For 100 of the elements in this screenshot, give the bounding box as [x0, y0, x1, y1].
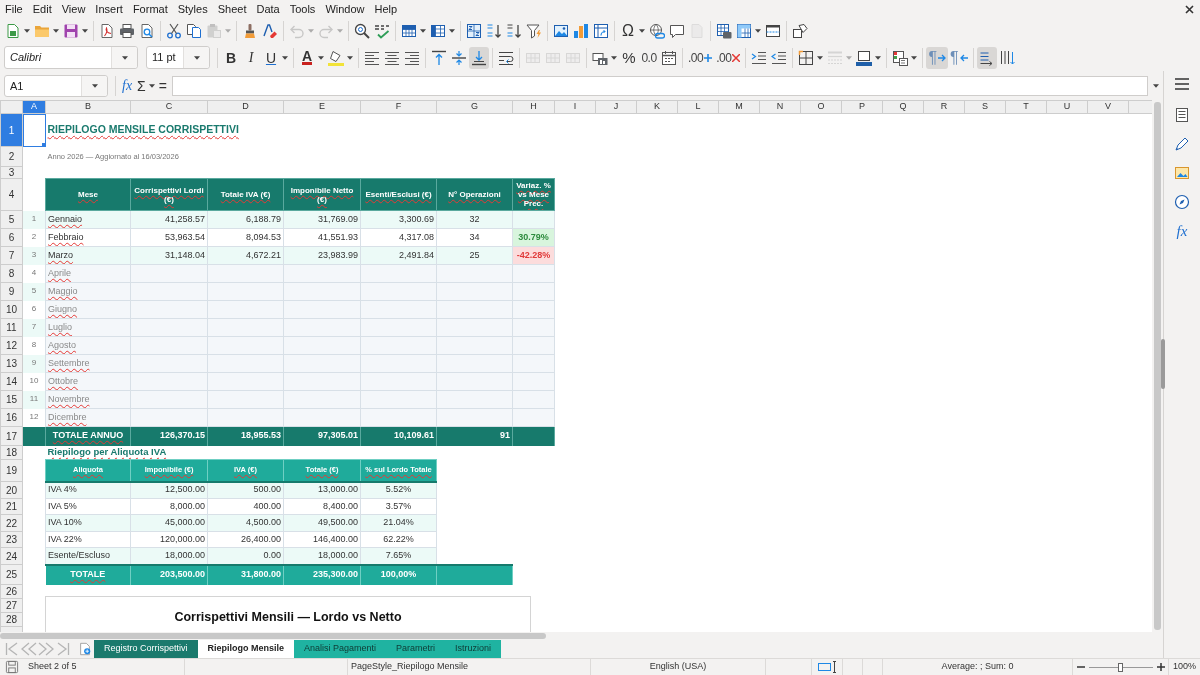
- column-header[interactable]: S: [964, 100, 1006, 114]
- column-header[interactable]: B: [45, 100, 131, 114]
- align-center-icon: [384, 49, 400, 66]
- cross-icon: [732, 53, 741, 62]
- plus-icon[interactable]: [1156, 663, 1165, 671]
- minus-icon[interactable]: [1076, 663, 1085, 671]
- column-heading: Imponibile Netto (€): [283, 178, 361, 211]
- copy-icon: [186, 23, 202, 39]
- fill-handle[interactable]: [41, 142, 46, 147]
- column-header[interactable]: O: [800, 100, 842, 114]
- arrow-icon: [937, 53, 946, 62]
- menu-item[interactable]: Format: [127, 1, 173, 17]
- menu-item[interactable]: Sheet: [212, 1, 252, 17]
- underline-button[interactable]: U: [261, 46, 281, 69]
- slider-thumb[interactable]: [1118, 662, 1123, 672]
- wrap-text-icon: [498, 49, 514, 66]
- italic-button[interactable]: I: [241, 46, 261, 69]
- sheet-tab[interactable]: Riepilogo Mensile: [197, 640, 295, 658]
- row-header[interactable]: 19: [0, 459, 23, 482]
- menu-item[interactable]: Edit: [27, 1, 57, 17]
- bold-button[interactable]: B: [221, 46, 241, 69]
- column-header[interactable]: N: [759, 100, 801, 114]
- column-header[interactable]: D: [207, 100, 284, 114]
- sheet-tab[interactable]: Analisi Pagamenti: [294, 640, 387, 658]
- menu-item[interactable]: Help: [369, 1, 403, 17]
- functions-button[interactable]: fx: [1176, 223, 1188, 239]
- paintbrush-icon: [242, 23, 258, 39]
- column-header[interactable]: F: [360, 100, 437, 114]
- table-cell: 235,300.00: [283, 564, 361, 585]
- column-header[interactable]: P: [841, 100, 883, 114]
- caret-icon: [337, 29, 343, 33]
- table-document-icon: [892, 49, 909, 66]
- properties-icon[interactable]: [1174, 107, 1190, 123]
- column-header[interactable]: K: [636, 100, 678, 114]
- menu-icon[interactable]: [1174, 76, 1190, 92]
- column-header[interactable]: G: [436, 100, 513, 114]
- highlighter-icon: [328, 49, 344, 66]
- number-format-button[interactable]: 0.0: [639, 46, 659, 69]
- font-color-button[interactable]: A: [297, 46, 317, 69]
- menu-item[interactable]: Tools: [284, 1, 321, 17]
- align-top-icon: [431, 49, 447, 66]
- align-right-icon: [404, 49, 420, 66]
- formula-input[interactable]: [171, 75, 1148, 96]
- selected-cell[interactable]: [22, 113, 46, 147]
- menu-item[interactable]: Data: [251, 1, 285, 17]
- column-header[interactable]: J: [595, 100, 637, 114]
- shaded-grid-icon: [736, 23, 752, 39]
- compass-icon[interactable]: [1174, 194, 1190, 210]
- arrow-icon: [959, 53, 968, 62]
- column-header[interactable]: R: [923, 100, 965, 114]
- column-header[interactable]: H: [512, 100, 555, 114]
- lines-arrow-icon: [978, 49, 995, 66]
- column-header[interactable]: U: [1046, 100, 1088, 114]
- row-header[interactable]: 1: [0, 113, 23, 147]
- sheet-tab[interactable]: Parametri: [386, 640, 446, 658]
- column-header[interactable]: A: [22, 100, 46, 114]
- function-wizard-button[interactable]: fx: [119, 76, 136, 95]
- scissors-icon: [166, 23, 182, 39]
- column-header[interactable]: M: [718, 100, 760, 114]
- column-header[interactable]: T: [1005, 100, 1047, 114]
- row-header[interactable]: 2: [0, 146, 23, 167]
- menu-item[interactable]: Insert: [90, 1, 128, 17]
- menu-item[interactable]: File: [0, 1, 28, 17]
- add-decimal-button[interactable]: .00: [686, 46, 715, 69]
- menu-item[interactable]: View: [56, 1, 91, 17]
- add-sheet-icon[interactable]: [78, 642, 92, 656]
- column-header[interactable]: E: [283, 100, 361, 114]
- sheet-tab[interactable]: Registro Corrispettivi: [94, 640, 198, 658]
- decrease-indent-icon: [771, 49, 788, 66]
- percent-format-button[interactable]: %: [619, 46, 639, 69]
- text-direction-button[interactable]: [976, 46, 997, 69]
- menu-item[interactable]: Window: [320, 1, 370, 17]
- column-heading: Corrispettivi Lordi (€): [130, 178, 208, 211]
- chart-title: Corrispettivi Mensili — Lordo vs Netto: [174, 609, 402, 625]
- column-header[interactable]: V: [1087, 100, 1129, 114]
- sheet-tab[interactable]: Istruzioni: [445, 640, 502, 658]
- sidebar-handle[interactable]: [1161, 339, 1165, 389]
- delete-decimal-button[interactable]: .00: [714, 46, 743, 69]
- column-header[interactable]: L: [677, 100, 719, 114]
- close-button[interactable]: [1185, 4, 1194, 14]
- column-header[interactable]: C: [130, 100, 208, 114]
- gallery-icon[interactable]: [1174, 165, 1190, 181]
- formula-button[interactable]: =: [156, 76, 169, 95]
- menu-item[interactable]: Styles: [172, 1, 213, 17]
- row-header[interactable]: 4: [0, 178, 23, 211]
- caret-icon: [347, 55, 353, 60]
- special-character-button[interactable]: Ω: [618, 20, 638, 42]
- row-header[interactable]: 25: [0, 564, 23, 585]
- sum-button[interactable]: Σ: [135, 76, 148, 95]
- row-index: 1: [22, 210, 46, 229]
- align-bottom-button[interactable]: [469, 46, 489, 69]
- column-heading: N° Operazioni: [436, 178, 513, 211]
- column-header[interactable]: Q: [882, 100, 924, 114]
- sheet-title: RIEPILOGO MENSILE CORRISPETTIVI: [47, 123, 239, 136]
- language-indicator: English (USA): [649, 660, 707, 674]
- plus-icon: [704, 53, 713, 62]
- pencil-icon[interactable]: [1174, 136, 1190, 152]
- caret-icon: [308, 29, 314, 33]
- column-header[interactable]: I: [554, 100, 596, 114]
- scrollbar-thumb[interactable]: [0, 633, 546, 639]
